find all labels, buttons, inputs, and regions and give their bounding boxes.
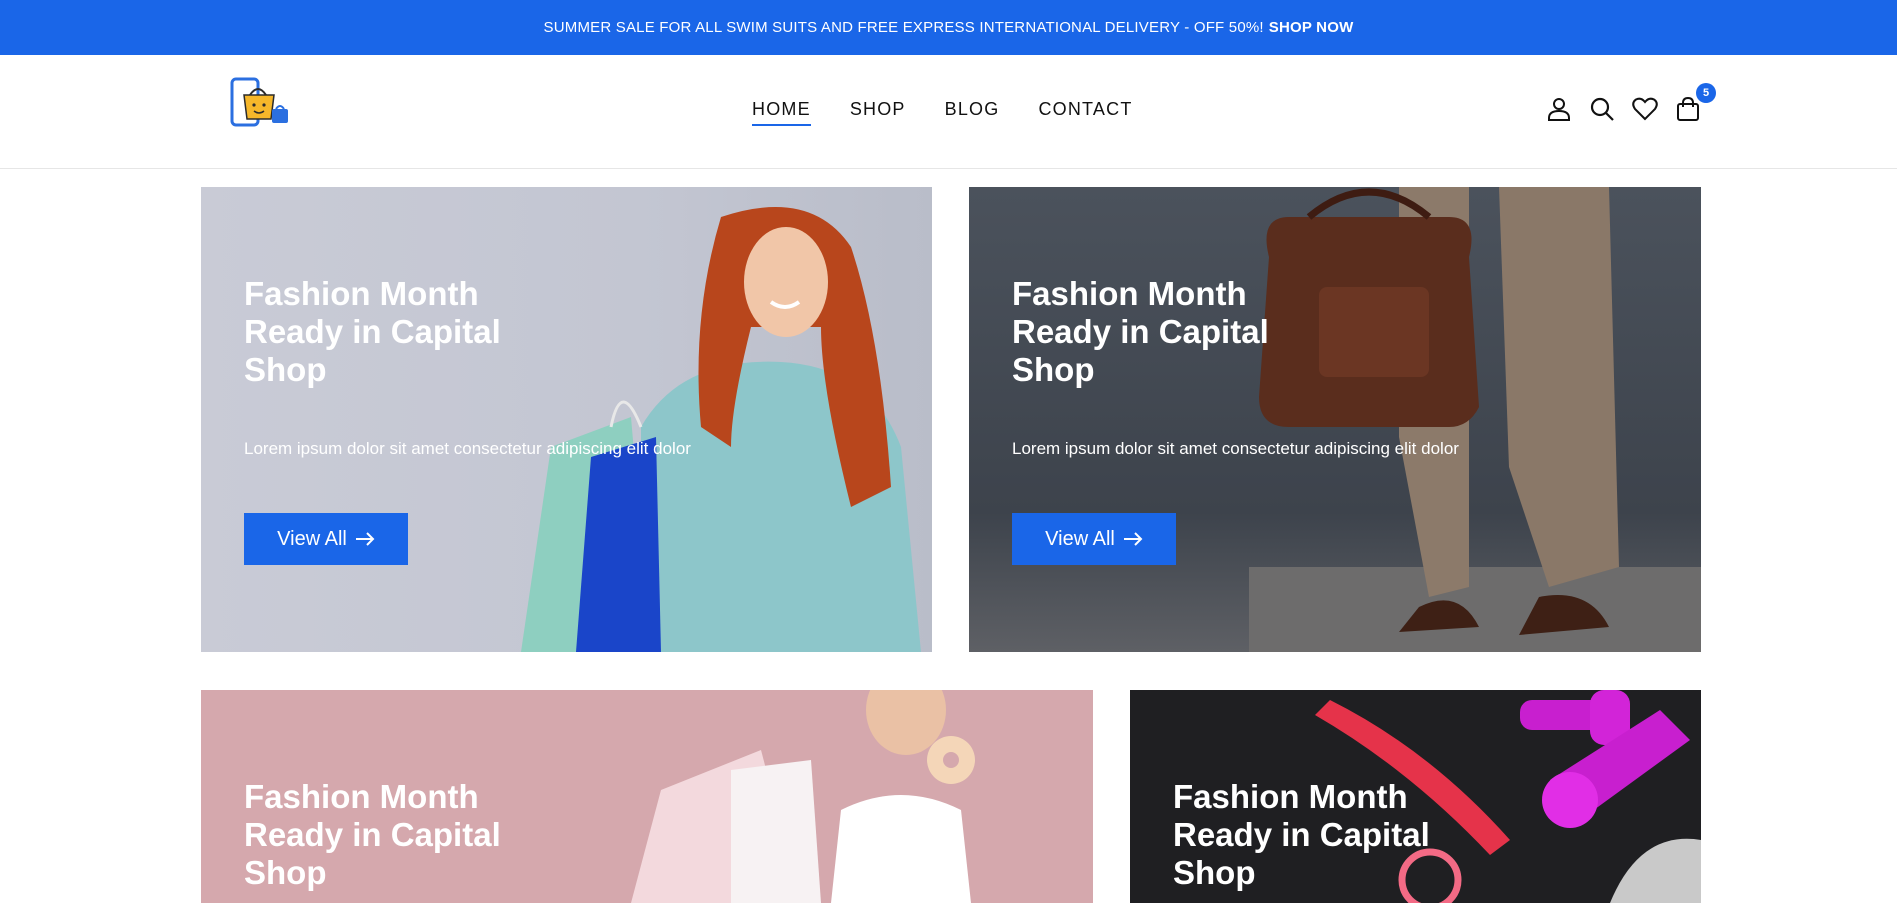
woman-with-shopping-bags-image	[521, 207, 921, 652]
promo-bar: SUMMER SALE FOR ALL SWIM SUITS AND FREE …	[0, 0, 1897, 55]
arrow-right-icon	[1123, 532, 1143, 546]
promo-text: SUMMER SALE FOR ALL SWIM SUITS AND FREE …	[543, 19, 1264, 36]
cart-count-badge: 5	[1696, 83, 1716, 103]
main-nav: HOME SHOP BLOG CONTACT	[752, 99, 1172, 126]
banner-card-1[interactable]: Fashion Month Ready in Capital Shop Lore…	[201, 187, 932, 652]
view-all-label: View All	[1045, 527, 1115, 550]
user-icon[interactable]	[1545, 95, 1573, 123]
shopping-bag-icon[interactable]: 5	[1674, 83, 1716, 123]
nav-home[interactable]: HOME	[752, 99, 811, 126]
view-all-label: View All	[277, 527, 347, 550]
search-icon[interactable]	[1588, 95, 1616, 123]
nav-contact[interactable]: CONTACT	[1038, 99, 1132, 126]
banner-card-3[interactable]: Fashion Month Ready in Capital Shop	[201, 690, 1093, 903]
view-all-button[interactable]: View All	[1012, 513, 1176, 565]
heart-icon[interactable]	[1631, 95, 1659, 123]
banner-card-2[interactable]: Fashion Month Ready in Capital Shop Lore…	[969, 187, 1701, 652]
leather-bag-and-shoes-image	[1249, 187, 1701, 652]
site-header: HOME SHOP BLOG CONTACT 5	[0, 55, 1897, 169]
shopping-logo-icon	[230, 77, 288, 127]
view-all-button[interactable]: View All	[244, 513, 408, 565]
promo-shop-now-link[interactable]: SHOP NOW	[1269, 19, 1354, 36]
nav-shop[interactable]: SHOP	[850, 99, 906, 126]
header-actions: 5	[1545, 83, 1717, 123]
banner-title: Fashion Month Ready in Capital Shop	[1173, 778, 1430, 891]
banner-description: Lorem ipsum dolor sit amet consectetur a…	[1012, 439, 1459, 458]
banner-title: Fashion Month Ready in Capital Shop	[244, 275, 501, 388]
banner-card-4[interactable]: Fashion Month Ready in Capital Shop	[1130, 690, 1701, 903]
arrow-right-icon	[355, 532, 375, 546]
banner-description: Lorem ipsum dolor sit amet consectetur a…	[244, 439, 691, 458]
logo[interactable]	[228, 75, 296, 131]
banner-title: Fashion Month Ready in Capital Shop	[244, 778, 501, 891]
nav-blog[interactable]: BLOG	[945, 99, 1000, 126]
woman-with-donut-image	[631, 690, 975, 903]
banner-title: Fashion Month Ready in Capital Shop	[1012, 275, 1269, 388]
